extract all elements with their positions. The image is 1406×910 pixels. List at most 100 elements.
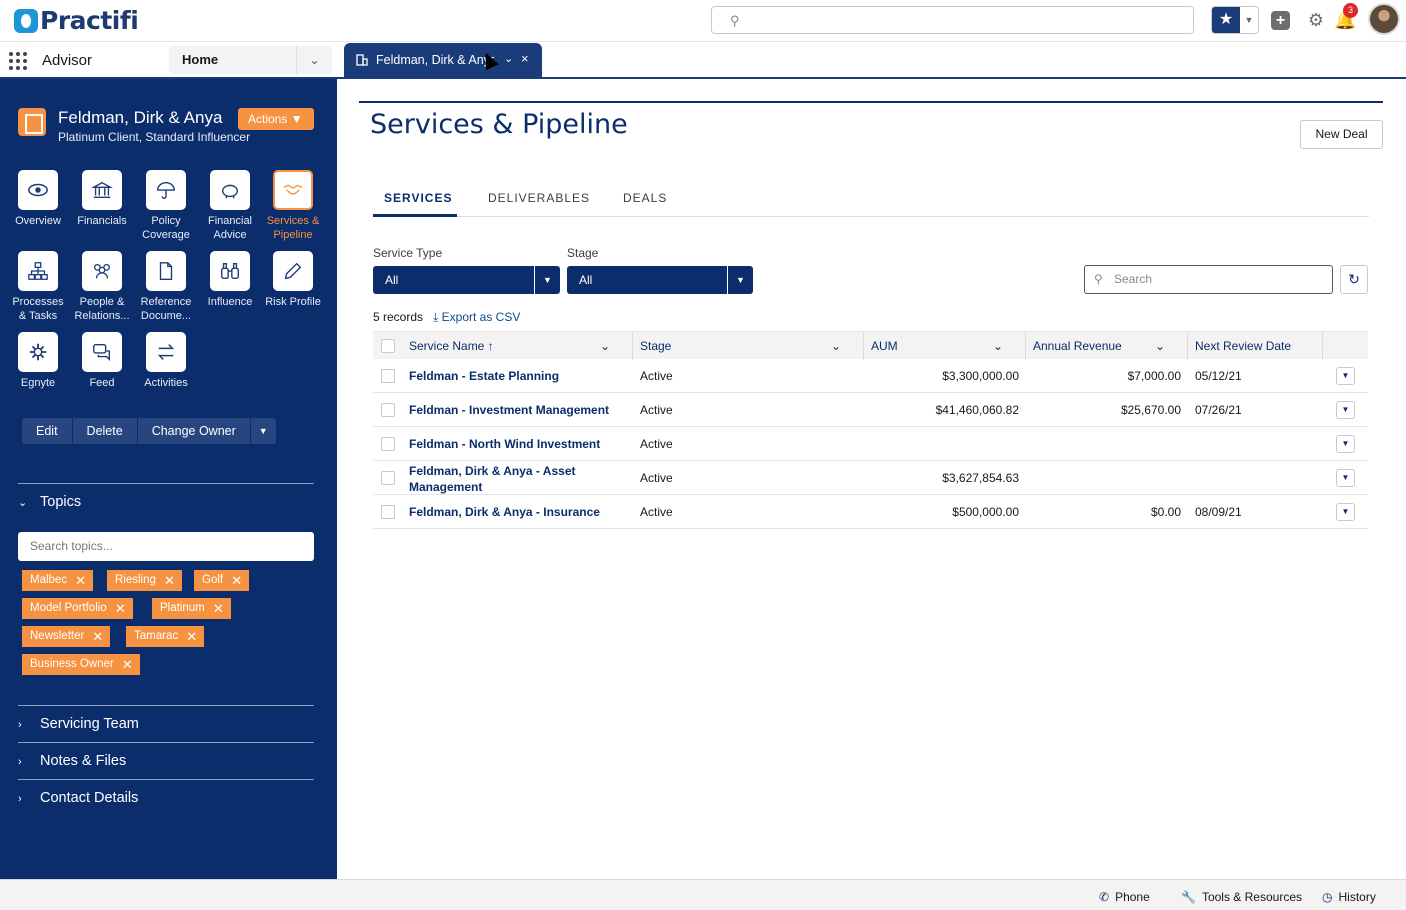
row-actions-chevron-icon[interactable]: ▼ [1336,367,1355,385]
aum-cell: $3,300,000.00 [942,369,1019,383]
row-actions-chevron-icon[interactable]: ▼ [1336,469,1355,487]
tile-feed[interactable]: Feed [70,332,134,390]
table-header: Service Name ↑ ⌄ Stage ⌄ AUM ⌄ Annual Re… [373,331,1368,360]
edit-button[interactable]: Edit [22,418,73,444]
wrench-icon: 🔧 [1181,890,1196,904]
change-owner-button[interactable]: Change Owner [137,418,251,444]
column-header-service-name[interactable]: Service Name ↑ [409,339,494,353]
tile-activities[interactable]: Activities [134,332,198,390]
divider [18,742,314,743]
column-menu-chevron-icon[interactable]: ⌄ [831,339,841,353]
tile-financial-advice[interactable]: Financial Advice [198,170,262,242]
service-type-select[interactable]: All ▼ [373,266,560,294]
page-title: Services & Pipeline [370,109,628,140]
services-search-input[interactable]: ⚲ Search [1084,265,1333,294]
delete-button[interactable]: Delete [72,418,138,444]
row-actions-chevron-icon[interactable]: ▼ [1336,435,1355,453]
remove-tag-icon[interactable]: ✕ [122,654,133,675]
nav-menu-home[interactable]: Home ⌄ [169,46,332,74]
column-menu-chevron-icon[interactable]: ⌄ [600,339,610,353]
section-title: Notes & Files [40,753,127,769]
tab-deals[interactable]: DEALS [623,191,667,205]
select-all-checkbox[interactable] [381,339,395,353]
history-label: History [1338,890,1376,904]
record-tab-label: Feldman, Dirk & Anya [376,53,494,67]
chevron-right-icon: › [18,756,22,768]
star-icon[interactable]: ★ [1212,7,1240,33]
column-divider [1025,332,1026,360]
phone-utility[interactable]: ✆ Phone [1099,890,1150,904]
table-row: Feldman - Estate Planning Active $3,300,… [373,359,1368,393]
row-checkbox[interactable] [381,471,395,485]
column-divider [863,332,864,360]
app-launcher-icon[interactable] [9,52,27,70]
tab-deliverables[interactable]: DELIVERABLES [488,191,590,205]
tile-financials[interactable]: Financials [70,170,134,228]
favorites-button[interactable]: ★ ▼ [1211,6,1259,34]
tile-reference-documents[interactable]: Reference Docume... [134,251,198,323]
row-checkbox[interactable] [381,369,395,383]
app-name: Advisor [42,52,93,69]
export-csv-link[interactable]: ⤓ Export as CSV [433,310,520,325]
topics-section-header[interactable]: ⌄ Topics [18,494,81,510]
tile-processes-tasks[interactable]: Processes & Tasks [6,251,70,323]
tile-label: Risk Profile [265,296,321,308]
row-actions-chevron-icon[interactable]: ▼ [1336,503,1355,521]
tile-people-relationships[interactable]: People & Relations... [70,251,134,323]
remove-tag-icon[interactable]: ✕ [186,626,197,647]
gear-icon[interactable]: ⚙ [1305,9,1327,31]
history-utility[interactable]: ◷ History [1322,890,1376,904]
chevron-down-icon[interactable]: ⌄ [296,46,332,74]
close-icon[interactable]: × [521,51,529,66]
refresh-button[interactable]: ↻ [1340,265,1368,294]
column-header-annual-revenue[interactable]: Annual Revenue [1033,339,1122,353]
remove-tag-icon[interactable]: ✕ [213,598,224,619]
service-name-link[interactable]: Feldman, Dirk & Anya - Insurance [409,505,600,519]
remove-tag-icon[interactable]: ✕ [92,626,103,647]
tile-egnyte[interactable]: Egnyte [6,332,70,390]
tile-overview[interactable]: Overview [6,170,70,228]
row-checkbox[interactable] [381,437,395,451]
service-name-link[interactable]: Feldman - Estate Planning [409,369,559,383]
new-deal-button[interactable]: New Deal [1300,120,1383,149]
tile-services-pipeline[interactable]: Services & Pipeline [261,170,325,242]
tile-risk-profile[interactable]: Risk Profile [261,251,325,309]
tools-resources-utility[interactable]: 🔧 Tools & Resources [1181,890,1302,904]
chevron-down-icon[interactable]: ▼ [1240,7,1258,33]
tile-influence[interactable]: Influence [198,251,262,309]
more-actions-chevron-icon[interactable]: ▼ [250,418,276,444]
actions-button[interactable]: Actions ▼ [238,108,314,130]
service-name-link[interactable]: Feldman - North Wind Investment [409,437,600,451]
stage-select[interactable]: All ▼ [567,266,753,294]
column-menu-chevron-icon[interactable]: ⌄ [993,339,1003,353]
column-label: Service Name [409,339,485,353]
tile-policy-coverage[interactable]: Policy Coverage [134,170,198,242]
row-checkbox[interactable] [381,403,395,417]
service-name-link[interactable]: Feldman, Dirk & Anya - Asset Management [409,463,576,495]
practifi-logo[interactable]: Practifi [14,6,139,35]
row-actions-chevron-icon[interactable]: ▼ [1336,401,1355,419]
stage-label: Stage [567,246,599,260]
chevron-down-icon[interactable]: ⌄ [504,52,513,65]
record-tab[interactable]: Feldman, Dirk & Anya ⌄ × [344,43,542,77]
remove-tag-icon[interactable]: ✕ [115,598,126,619]
column-menu-chevron-icon[interactable]: ⌄ [1155,339,1165,353]
topic-search-input[interactable]: Search topics... [18,532,314,561]
row-checkbox[interactable] [381,505,395,519]
piggy-bank-icon [210,170,250,210]
remove-tag-icon[interactable]: ✕ [164,570,175,591]
remove-tag-icon[interactable]: ✕ [75,570,86,591]
global-search-input[interactable]: ⚲ [711,6,1194,34]
column-header-next-review-date[interactable]: Next Review Date [1195,339,1291,353]
select-value: All [385,273,399,287]
column-header-stage[interactable]: Stage [640,339,671,353]
global-actions-plus-icon[interactable]: + [1271,11,1290,30]
servicing-team-section-header[interactable]: › Servicing Team [18,716,139,732]
notes-files-section-header[interactable]: › Notes & Files [18,753,126,769]
tab-services[interactable]: SERVICES [384,191,452,205]
service-name-link[interactable]: Feldman - Investment Management [409,403,609,417]
column-header-aum[interactable]: AUM [871,339,898,353]
remove-tag-icon[interactable]: ✕ [231,570,242,591]
user-avatar[interactable] [1368,3,1400,35]
contact-details-section-header[interactable]: › Contact Details [18,790,138,806]
